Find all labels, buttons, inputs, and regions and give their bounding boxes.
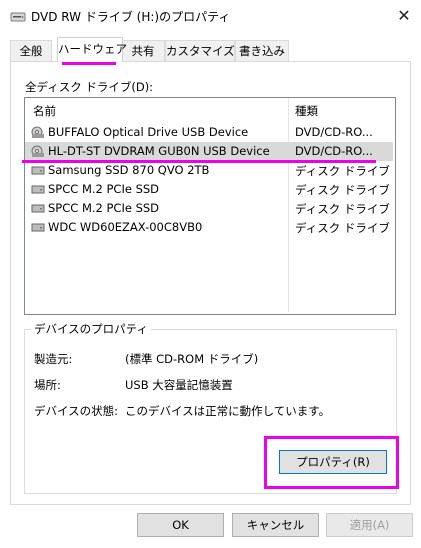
tab-label: 書き込み [239, 44, 285, 58]
optical-drive-icon [31, 126, 45, 139]
drive-type: ディスク ドライブ [295, 183, 390, 197]
drive-row[interactable]: SPCC M.2 PCIe SSD ディスク ドライブ [25, 199, 393, 218]
location-label: 場所: [34, 378, 61, 392]
drive-row[interactable]: Samsung SSD 870 QVO 2TB ディスク ドライブ [25, 161, 393, 180]
drive-type: DVD/CD-RO... [295, 125, 373, 139]
title-bar: DVD RW ドライブ (H:)のプロパティ ✕ [0, 0, 421, 32]
tab-general[interactable]: 全般 [10, 40, 52, 61]
disk-drive-icon [31, 202, 45, 215]
highlight-box-properties [264, 436, 399, 489]
column-header-type[interactable]: 種類 [295, 103, 318, 119]
disk-drive-icon [31, 221, 45, 234]
drive-name: SPCC M.2 PCIe SSD [48, 182, 160, 196]
drive-type: ディスク ドライブ [295, 221, 390, 235]
drive-row[interactable]: BUFFALO Optical Drive USB Device DVD/CD-… [25, 123, 393, 142]
drive-name: HL-DT-ST DVDRAM GUB0N USB Device [48, 144, 270, 158]
drive-name: WDC WD60EZAX-00C8VB0 [48, 220, 203, 234]
optical-drive-icon [31, 145, 45, 158]
ok-button[interactable]: OK [137, 513, 224, 537]
tab-label: カスタマイズ [166, 44, 235, 58]
disk-drive-icon [31, 164, 45, 177]
manufacturer-value: (標準 CD-ROM ドライブ) [125, 352, 259, 366]
tab-sharing[interactable]: 共有 [121, 40, 165, 61]
all-drives-label: 全ディスク ドライブ(D): [25, 80, 154, 94]
location-value: USB 大容量記憶装置 [125, 378, 233, 392]
drive-name: Samsung SSD 870 QVO 2TB [48, 163, 210, 177]
drive-type: DVD/CD-RO... [295, 144, 373, 158]
drive-row[interactable]: SPCC M.2 PCIe SSD ディスク ドライブ [25, 180, 393, 199]
drive-row[interactable]: WDC WD60EZAX-00C8VB0 ディスク ドライブ [25, 218, 393, 237]
device-properties-legend: デバイスのプロパティ [31, 321, 151, 337]
tab-label: 共有 [131, 44, 155, 58]
tab-hardware[interactable]: ハードウェア [57, 37, 127, 62]
close-button[interactable]: ✕ [392, 4, 416, 28]
close-icon: ✕ [397, 6, 411, 25]
window-title: DVD RW ドライブ (H:)のプロパティ [31, 10, 231, 24]
dvd-drive-icon [10, 9, 26, 23]
drive-name: BUFFALO Optical Drive USB Device [48, 125, 249, 139]
drive-type: ディスク ドライブ [295, 202, 390, 216]
drive-row-selected[interactable]: HL-DT-ST DVDRAM GUB0N USB Device DVD/CD-… [25, 142, 393, 161]
column-header-name[interactable]: 名前 [33, 103, 56, 119]
cancel-button[interactable]: キャンセル [232, 513, 319, 537]
drive-name: SPCC M.2 PCIe SSD [48, 201, 160, 215]
manufacturer-label: 製造元: [34, 352, 73, 366]
tab-customize[interactable]: カスタマイズ [165, 40, 235, 61]
apply-button[interactable]: 適用(A) [326, 513, 413, 537]
disk-drive-icon [31, 183, 45, 196]
highlight-underline-tab [62, 62, 116, 65]
tab-burning[interactable]: 書き込み [235, 40, 289, 61]
device-status-label: デバイスの状態: [34, 404, 119, 418]
tab-label: 全般 [19, 44, 43, 58]
device-status-value: このデバイスは正常に動作しています。 [125, 404, 331, 418]
drive-type: ディスク ドライブ [295, 164, 390, 178]
tab-label: ハードウェア [58, 42, 127, 56]
